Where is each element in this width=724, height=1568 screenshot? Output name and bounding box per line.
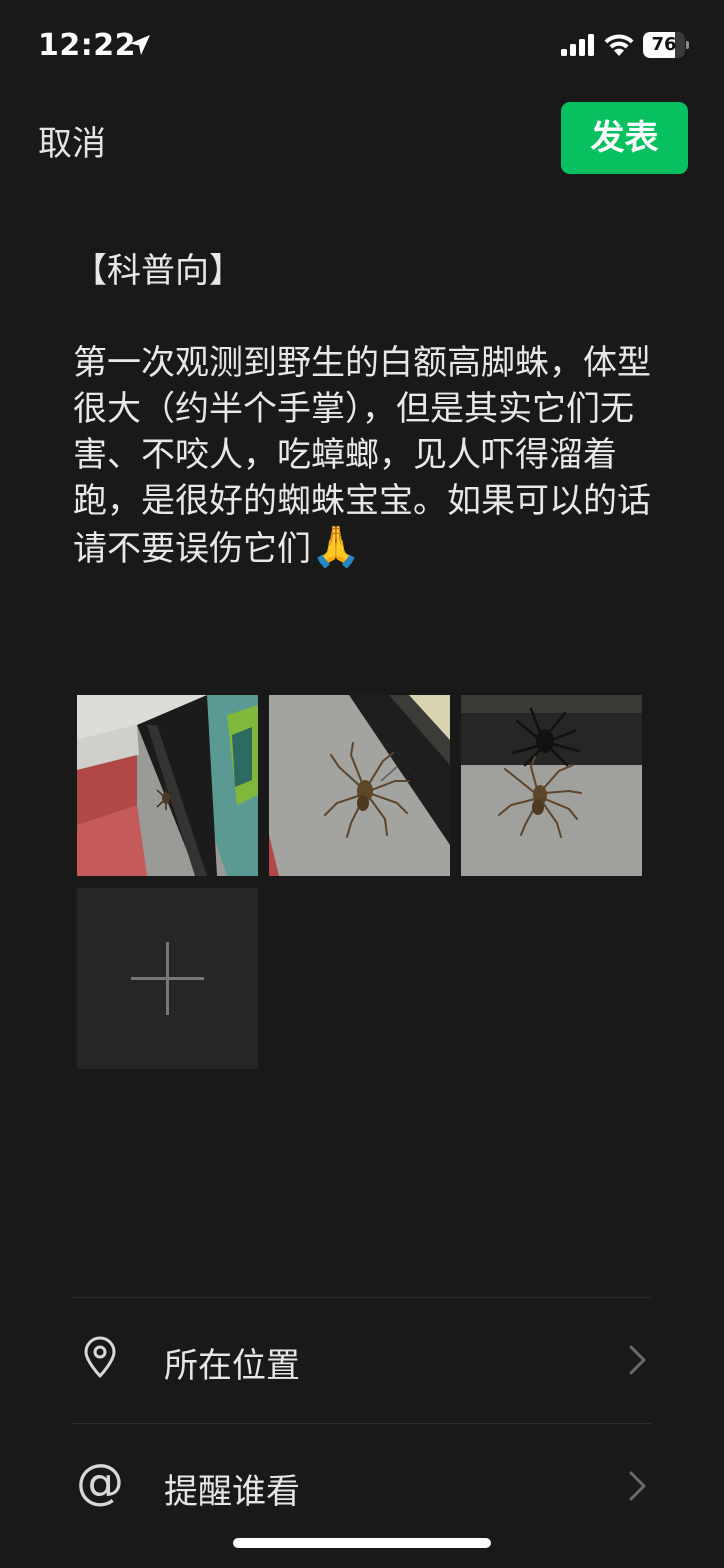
praying-hands-emoji: 🙏 (311, 524, 361, 570)
battery-icon: 76 (643, 32, 689, 58)
add-photo-button[interactable] (77, 888, 258, 1069)
chevron-right-icon (629, 1345, 646, 1375)
status-time: 12:22 (38, 28, 136, 63)
cancel-button[interactable]: 取消 (38, 116, 106, 165)
location-arrow-icon (130, 35, 150, 55)
photo-thumbnail-2[interactable] (269, 695, 450, 876)
battery-level: 76 (651, 34, 677, 55)
chevron-right-icon (629, 1471, 646, 1501)
post-heading: 【科普向】 (73, 251, 243, 291)
at-icon: @ (76, 1454, 124, 1510)
photo-thumbnail-3[interactable] (461, 695, 642, 876)
home-indicator (233, 1538, 491, 1548)
post-body: 第一次观测到野生的白额高脚蛛，体型很大（约半个手掌），但是其实它们无害、不咬人，… (73, 343, 651, 569)
post-text-input[interactable]: 【科普向】 第一次观测到野生的白额高脚蛛，体型很大（约半个手掌），但是其实它们无… (73, 248, 663, 572)
photo-thumbnail-1[interactable] (77, 695, 258, 876)
status-bar: 12:22 76 (0, 0, 724, 92)
location-pin-icon (84, 1336, 116, 1378)
mention-option-label: 提醒谁看 (164, 1472, 300, 1512)
publish-button[interactable]: 发表 (561, 102, 688, 174)
location-option[interactable]: 所在位置 (72, 1298, 652, 1422)
cellular-signal-icon (561, 34, 594, 56)
mention-option[interactable]: @ 提醒谁看 (72, 1424, 652, 1548)
wifi-icon (604, 34, 634, 56)
location-option-label: 所在位置 (164, 1346, 300, 1386)
